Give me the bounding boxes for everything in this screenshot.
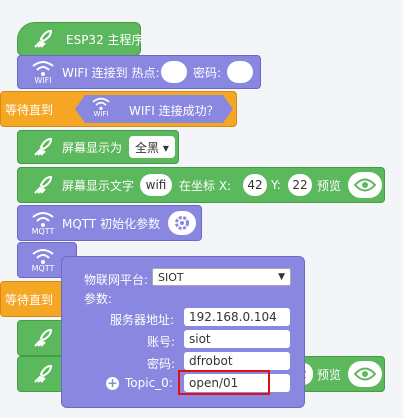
bottom-preview-label: 预览 [317,367,342,382]
screen-fill-label: 屏幕显示为 [62,140,123,155]
screen-icon [18,131,68,163]
coordinate-y-label: Y: [271,178,281,192]
main-block-label: ESP32 主程序 [66,32,144,47]
platform-select[interactable]: SIOT ▼ [152,268,291,286]
platform-label: 物联网平台: [84,273,149,287]
server-address-label: 服务器地址: [110,313,175,327]
coordinate-x-label: 在坐标 X: [179,178,232,193]
wifi-icon: WIFI [18,56,68,88]
mqtt-settings-popup: 物联网平台: SIOT ▼ 参数: 服务器地址: 192.168.0.104 账… [61,256,305,408]
topic-label: Topic_0: [125,376,173,390]
screen-fill-dropdown[interactable]: 全黑 ▾ [129,136,175,158]
password-label: 密码: [193,65,222,80]
wifi-icon: WIFI [91,97,111,118]
wait-until-block-2[interactable]: 等待直到 [0,281,70,317]
add-topic-icon[interactable]: + [106,377,119,390]
screen-text-block[interactable]: 屏幕显示文字 wifi 在坐标 X: 42 Y: 22 预览 [17,167,385,203]
wait-until-block[interactable]: 等待直到 WIFI WIFI 连接成功？ [0,91,237,127]
password-input[interactable]: dfrobot [184,352,290,370]
settings-gear-icon[interactable] [168,211,196,235]
wait-until-label-2: 等待直到 [5,292,54,307]
preview-label: 预览 [317,178,342,193]
account-label: 账号: [147,335,176,349]
text-value-input[interactable]: wifi [140,174,172,196]
mqtt-icon: MQTT [18,206,68,240]
y-value-input[interactable]: 22 [288,174,312,196]
bottom-preview-eye-icon[interactable] [348,361,382,387]
chevron-down-icon: ▼ [278,272,285,282]
esp32-icon [18,23,68,55]
wifi-connected-label: WIFI 连接成功？ [129,104,219,118]
account-input[interactable]: siot [184,330,290,348]
server-address-input[interactable]: 192.168.0.104 [184,308,290,326]
screen-text-label: 屏幕显示文字 [62,178,135,193]
params-label: 参数: [84,292,113,306]
esp32-main-block[interactable]: ESP32 主程序 [17,22,144,56]
password-label: 密码: [147,357,176,371]
x-value-input[interactable]: 42 [243,174,267,196]
wait-until-label: 等待直到 [5,102,54,117]
wifi-connected-condition[interactable]: WIFI WIFI 连接成功？ [75,95,233,123]
preview-eye-icon[interactable] [348,172,382,198]
screen-icon [18,168,68,202]
topic-highlight-box [178,370,270,395]
mqtt-init-block[interactable]: MQTT MQTT 初始化参数 [17,205,202,241]
password-input[interactable] [227,61,253,83]
hotspot-input[interactable] [161,61,187,83]
screen-fill-block[interactable]: 屏幕显示为 全黑 ▾ [17,130,179,164]
wifi-connect-block[interactable]: WIFI WIFI 连接到 热点: 密码: [17,55,261,89]
mqtt-init-label: MQTT 初始化参数 [62,216,161,231]
wifi-connect-label: WIFI 连接到 热点: [62,65,160,80]
